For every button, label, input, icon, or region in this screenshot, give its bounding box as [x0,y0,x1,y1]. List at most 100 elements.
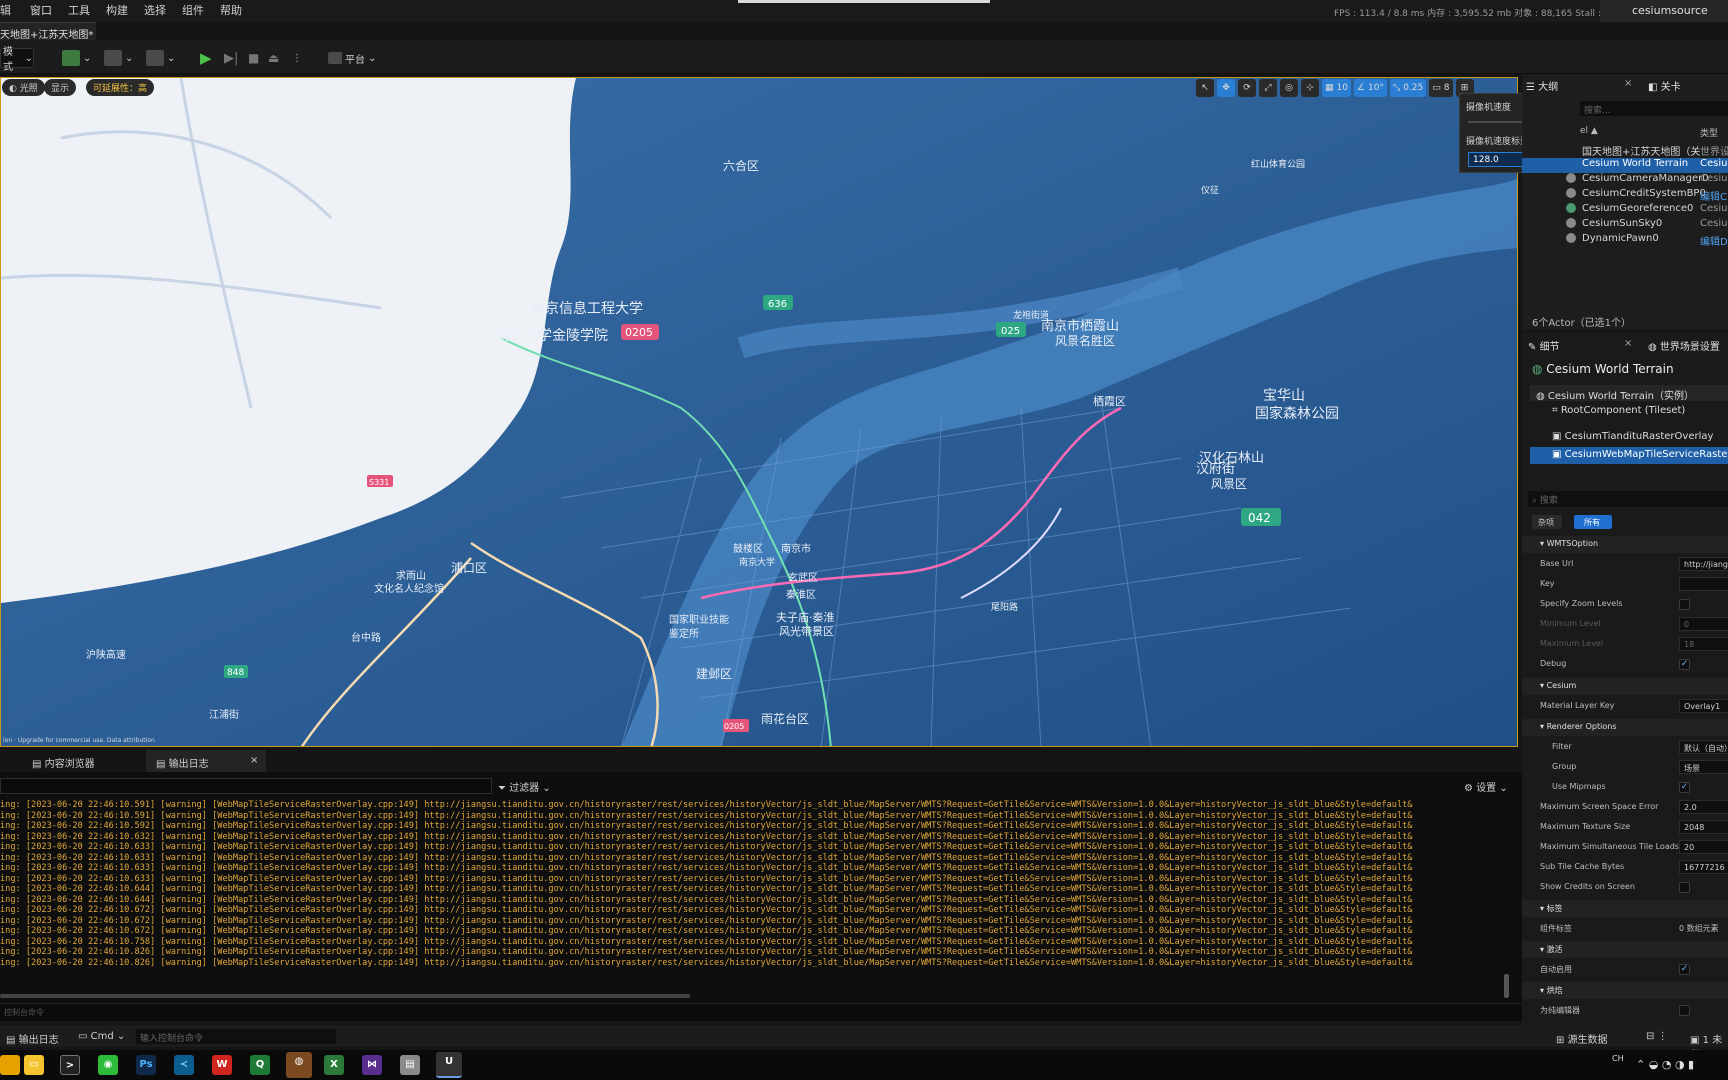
debug-checkbox[interactable]: ✓ [1679,659,1690,670]
component-wmts-selected[interactable]: ▣ CesiumWebMapTileServiceRasterOv [1530,447,1728,464]
details-close[interactable]: × [1624,338,1632,349]
world-settings-tab[interactable]: ◍ 世界场景设置 [1648,338,1720,353]
surface-snap-toggle[interactable]: ⊹ [1301,79,1319,97]
group-dropdown[interactable]: 场景 [1679,760,1728,774]
section-cesium[interactable]: ▾ Cesium [1522,678,1728,695]
menu-help[interactable]: 帮助 [220,2,242,18]
max-level-input[interactable]: 18 [1679,637,1728,651]
log-line[interactable]: ing: [2023-06-20 22:46:10.633] [warning]… [0,863,1505,874]
view-mode-pill[interactable]: ◐ 光照 [2,79,45,96]
outliner-col-type[interactable]: 类型 [1700,126,1718,139]
menu-tools[interactable]: 工具 [68,2,90,18]
blueprint-button[interactable]: ⌄ [104,47,133,69]
outliner-row[interactable]: CesiumCreditSystemBP0 编辑C [1522,188,1728,203]
output-log-tab[interactable]: ▤ 输出日志 × [146,750,266,772]
menu-edit[interactable]: 辑 [0,2,11,18]
derived-data-button[interactable]: ⊟ ⋮ [1646,1031,1668,1042]
log-line[interactable]: ing: [2023-06-20 22:46:10.826] [warning]… [0,947,1505,958]
editor-only-checkbox[interactable] [1679,1005,1690,1016]
menu-select[interactable]: 选择 [144,2,166,18]
mode-selector[interactable]: 模式 ⌄ [0,47,34,73]
filter-all[interactable]: 所有 [1574,515,1612,529]
system-tray[interactable]: ⌃ ◒ ◔ ◑ ▮ [1636,1058,1694,1071]
play-options-button[interactable]: ⋮ [292,47,302,69]
min-level-input[interactable]: 0 [1679,617,1728,631]
log-line[interactable]: ing: [2023-06-20 22:46:10.591] [warning]… [0,800,1505,811]
outliner-row-selected[interactable]: Cesium World Terrain Cesium [1522,158,1728,173]
menu-window[interactable]: 窗口 [30,2,52,18]
vscode-icon[interactable]: ≺ [174,1055,194,1075]
component-root[interactable]: ⌗ RootComponent (Tileset) [1552,405,1685,416]
console-input[interactable]: 控制台命令 [0,1003,1522,1021]
section-activation[interactable]: ▾ 激活 [1522,941,1728,958]
component-tags-count[interactable]: 0 数组元素 [1679,923,1719,934]
log-line[interactable]: ing: [2023-06-20 22:46:10.672] [warning]… [0,905,1505,916]
angle-snap-toggle[interactable]: ∠ 10° [1353,79,1387,97]
camera-speed-button[interactable]: ▭ 8 [1429,79,1453,97]
cmd-dropdown[interactable]: ▭ Cmd ⌄ [78,1031,125,1042]
material-layer-input[interactable]: Overlay1 [1679,699,1728,713]
world-local-toggle[interactable]: ◎ [1280,79,1298,97]
log-line[interactable]: ing: [2023-06-20 22:46:10.632] [warning]… [0,832,1505,843]
filter-misc[interactable]: 杂项 [1532,515,1562,529]
level-viewport[interactable]: 南京信息工程大学 南京大学金陵学院 六合区 南京市栖霞山 风景名胜区 宝华山 国… [0,77,1518,747]
log-line[interactable]: ing: [2023-06-20 22:46:10.591] [warning]… [0,811,1505,822]
stop-button[interactable]: ■ [248,47,259,69]
outliner-col-label[interactable]: el ▲ [1580,126,1598,136]
log-line[interactable]: ing: [2023-06-20 22:46:10.672] [warning]… [0,926,1505,937]
outliner-row[interactable]: DynamicPawn0 编辑D [1522,233,1728,248]
input-language[interactable]: CH [1612,1054,1624,1063]
cache-bytes-input[interactable]: 16777216 [1679,860,1728,874]
level-tab[interactable]: 天地图+江苏天地图* [0,22,96,41]
log-settings-button[interactable]: ⚙ 设置 ⌄ [1464,779,1508,794]
details-search[interactable]: ⌕ 搜索 [1528,491,1728,507]
outliner-row[interactable]: CesiumGeoreference0 Cesium [1522,203,1728,218]
status-cmd-input[interactable]: 输入控制台命令 [136,1029,336,1044]
eject-button[interactable]: ⏏ [268,47,279,69]
log-line[interactable]: ing: [2023-06-20 22:46:10.633] [warning]… [0,842,1505,853]
grid-snap-toggle[interactable]: ▦ 10 [1322,79,1351,97]
log-search-input[interactable] [0,778,492,794]
section-wmts[interactable]: ▾ WMTSOption [1522,536,1728,553]
key-input[interactable] [1679,577,1728,591]
row-type[interactable]: 编辑D [1700,233,1728,248]
cesium-attribution[interactable]: ion · Upgrade for commercial use. Data a… [3,737,155,744]
wps-icon[interactable]: W [212,1055,232,1075]
log-line[interactable]: ing: [2023-06-20 22:46:10.644] [warning]… [0,895,1505,906]
window-drag-bar[interactable] [738,0,990,3]
details-tab[interactable]: ✎ 细节 [1528,338,1560,353]
section-renderer[interactable]: ▾ Renderer Options [1522,719,1728,736]
add-actor-button[interactable]: ⌄ [62,47,91,69]
outliner-search[interactable]: 搜索... [1580,101,1728,116]
platform-button[interactable]: 平台 ⌄ [328,47,376,69]
filter-dropdown[interactable]: 默认（自动） [1679,740,1728,754]
content-browser-tab[interactable]: ▤ 内容浏览器 [22,750,105,772]
active-app-icon[interactable]: ◍ [286,1052,312,1078]
visualstudio-icon[interactable]: ⋈ [362,1055,382,1075]
show-credits-checkbox[interactable] [1679,882,1690,893]
move-tool[interactable]: ✥ [1217,79,1235,97]
project-name[interactable]: cesiumsource [1600,0,1728,22]
menu-component[interactable]: 组件 [182,2,204,18]
show-pill[interactable]: 显示 [44,79,77,96]
rotate-tool[interactable]: ⟳ [1238,79,1256,97]
component-instance[interactable]: ◍ Cesium World Terrain（实例） [1530,385,1728,402]
auto-activate-checkbox[interactable]: ✓ [1679,964,1690,975]
excel-icon[interactable]: X [324,1055,344,1075]
outliner-row[interactable]: CesiumCameraManager0Cesium [1522,173,1728,188]
step-button[interactable]: ▶| [224,47,238,69]
status-output-log[interactable]: ▤ 输出日志 [6,1031,59,1046]
log-line[interactable]: ing: [2023-06-20 22:46:10.672] [warning]… [0,916,1505,927]
outliner-close[interactable]: × [1624,78,1632,89]
outliner-row[interactable]: 国天地图+江苏天地图（关 世界设 [1522,143,1728,158]
scale-tool[interactable]: ⤢ [1259,79,1277,97]
max-texture-input[interactable]: 2048 [1679,820,1728,834]
play-button[interactable]: ▶ [200,47,212,69]
specify-zoom-checkbox[interactable] [1679,599,1690,610]
scale-snap-toggle[interactable]: ⤡ 0.25 [1390,79,1427,97]
max-sse-input[interactable]: 2.0 [1679,800,1728,814]
select-tool[interactable]: ↖ [1196,79,1214,97]
section-tags[interactable]: ▾ 标签 [1522,900,1728,917]
outliner-tab[interactable]: ☰ 大纲 [1526,78,1558,93]
component-tianditu[interactable]: ▣ CesiumTiandituRasterOverlay [1552,431,1713,442]
